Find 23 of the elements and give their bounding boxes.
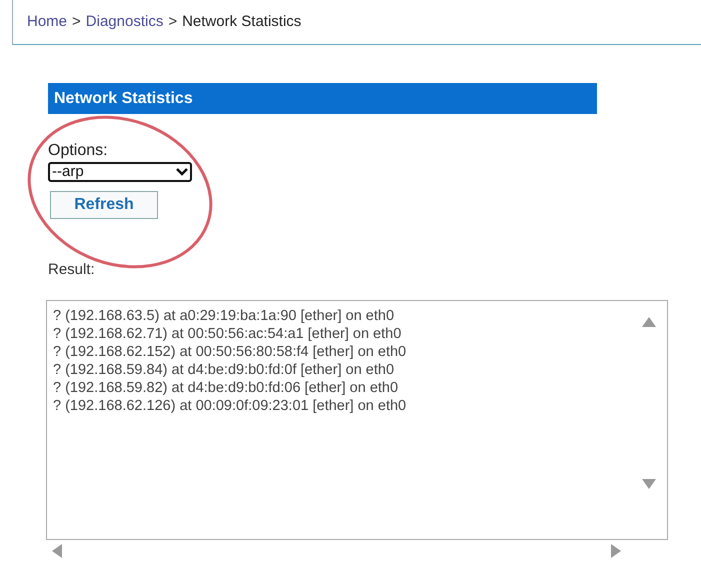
breadcrumb-current: Network Statistics xyxy=(182,12,302,32)
result-line: ? (192.168.62.152) at 00:50:56:80:58:f4 [ether] on eth0 xyxy=(53,342,406,360)
result-line: ? (192.168.62.126) at 00:09:0f:09:23:01 [ether] on eth0 xyxy=(53,396,406,414)
chevron-down-icon xyxy=(176,168,188,176)
breadcrumb-separator: > xyxy=(72,12,81,32)
section-header: Network Statistics xyxy=(48,83,597,114)
result-line: ? (192.168.62.71) at 00:50:56:ac:54:a1 [ether] on eth0 xyxy=(53,324,402,342)
scroll-up-icon[interactable] xyxy=(642,316,656,326)
breadcrumb-link[interactable]: Diagnostics xyxy=(86,10,164,34)
options-dropdown[interactable]: --arp xyxy=(48,162,192,182)
scroll-left-icon[interactable] xyxy=(52,544,62,558)
result-line: ? (192.168.59.84) at d4:be:d9:b0:fd:0f [ether] on eth0 xyxy=(53,360,394,378)
scroll-down-icon[interactable] xyxy=(642,478,656,488)
breadcrumb-separator: > xyxy=(168,12,178,32)
result-line: ? (192.168.59.82) at d4:be:d9:b0:fd:06 [ether] on eth0 xyxy=(53,378,398,396)
options-label: Options: xyxy=(48,142,109,160)
result-textarea[interactable] xyxy=(46,300,668,540)
scroll-right-icon[interactable] xyxy=(611,544,621,558)
breadcrumb-link[interactable]: Home xyxy=(27,10,68,34)
dropdown-value: --arp xyxy=(52,162,84,182)
result-label: Result: xyxy=(48,260,96,280)
result-line: ? (192.168.63.5) at a0:29:19:ba:1a:90 [ether] on eth0 xyxy=(53,306,394,324)
refresh-button[interactable]: Refresh xyxy=(50,191,158,219)
